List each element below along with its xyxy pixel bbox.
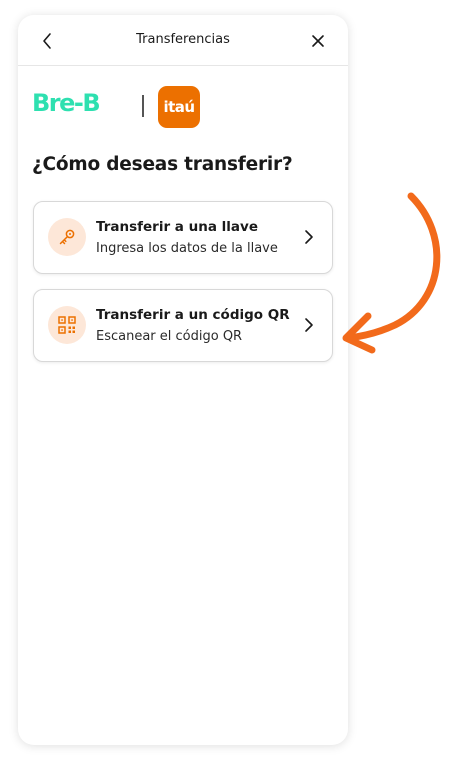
key-icon-badge xyxy=(48,218,86,256)
option-title: Transferir a una llave xyxy=(96,219,258,235)
close-button[interactable] xyxy=(306,29,330,53)
option-title: Transferir a un código QR xyxy=(96,307,290,323)
itau-logo-text: itaú xyxy=(163,98,195,116)
screen: Transferencias Bre-B itaú ¿Cómo deseas t… xyxy=(0,0,462,768)
itau-logo: itaú xyxy=(158,86,200,128)
qr-icon-badge xyxy=(48,306,86,344)
brand-divider xyxy=(142,95,144,117)
option-transfer-key[interactable]: Transferir a una llave Ingresa los datos… xyxy=(33,201,333,274)
brand-logos: Bre-B itaú xyxy=(32,85,232,129)
option-subtitle: Escanear el código QR xyxy=(96,329,243,344)
bre-b-logo: Bre-B xyxy=(32,89,101,117)
phone-frame: Transferencias Bre-B itaú ¿Cómo deseas t… xyxy=(18,15,348,745)
option-subtitle: Ingresa los datos de la llave xyxy=(96,241,278,256)
option-transfer-qr[interactable]: Transferir a un código QR Escanear el có… xyxy=(33,289,333,362)
key-icon xyxy=(59,229,75,245)
transfer-question-heading: ¿Cómo deseas transferir? xyxy=(32,154,293,175)
chevron-right-icon xyxy=(305,230,313,244)
close-icon xyxy=(312,35,324,47)
header-bar: Transferencias xyxy=(18,15,348,66)
chevron-right-icon xyxy=(305,318,313,332)
qr-code-icon xyxy=(58,316,76,334)
page-title: Transferencias xyxy=(136,32,230,47)
